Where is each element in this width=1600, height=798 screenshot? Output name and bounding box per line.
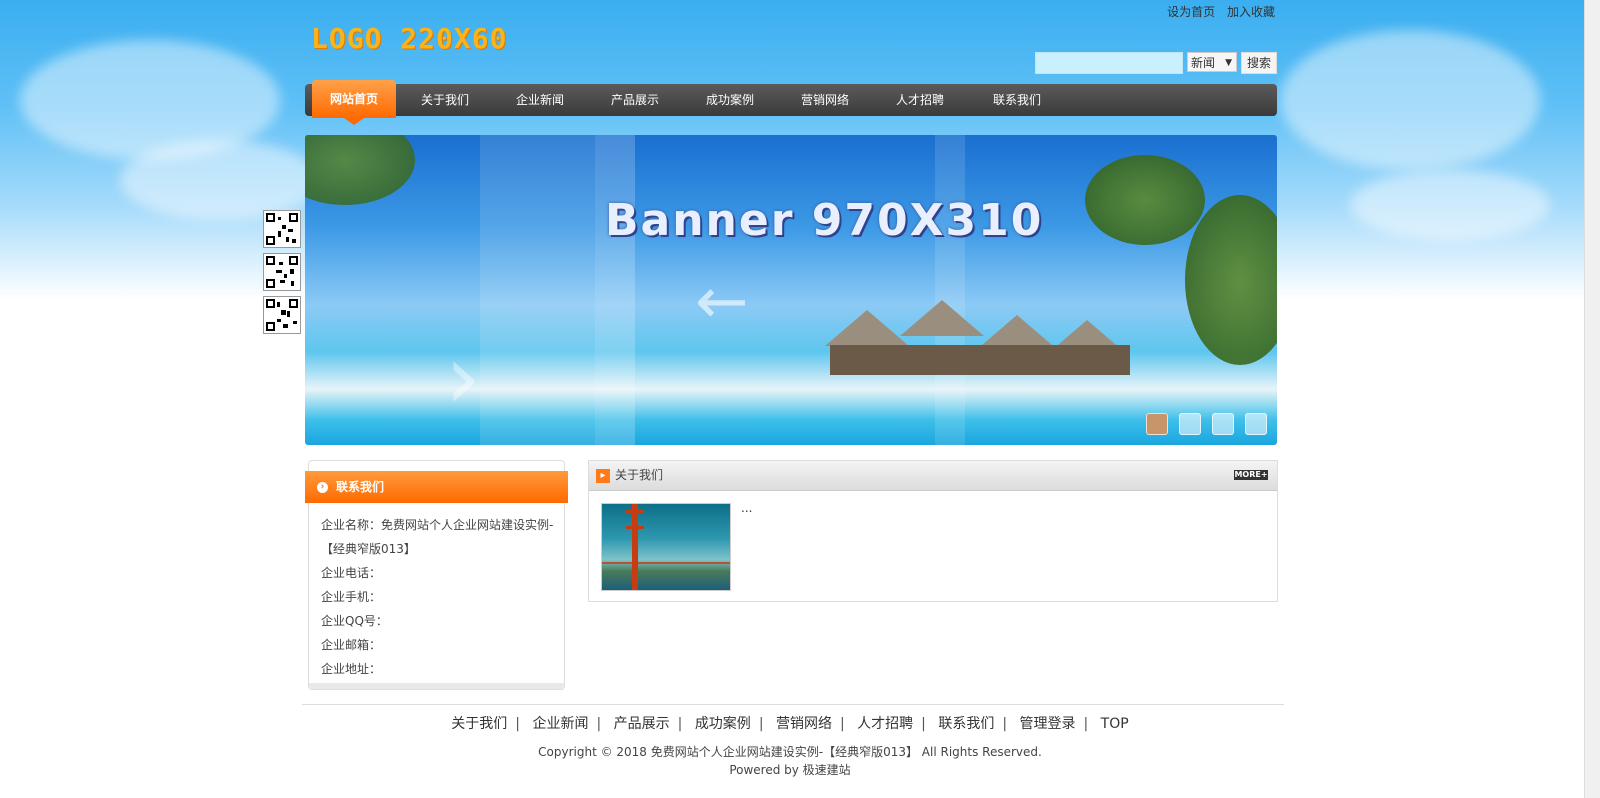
circle-arrow-icon: ›	[317, 482, 328, 493]
contact-qq: 企业QQ号：	[321, 614, 388, 628]
contact-info: 企业名称：免费网站个人企业网站建设实例-【经典窄版013】 企业电话： 企业手机…	[321, 513, 556, 681]
about-panel-header: ▸ 关于我们 MORE+	[589, 461, 1277, 491]
slider-dot-4[interactable]	[1245, 413, 1267, 435]
footer-link-contact[interactable]: 联系我们	[938, 716, 994, 732]
page-scrollbar[interactable]	[1584, 0, 1600, 798]
slider-dot-3[interactable]	[1212, 413, 1234, 435]
chevron-right-icon: ›	[445, 325, 481, 430]
footer-link-news[interactable]: 企业新闻	[532, 716, 588, 732]
footer-links: 关于我们 | 企业新闻 | 产品展示 | 成功案例 | 营销网络 | 人才招聘 | 联系我们…	[451, 716, 1129, 732]
nav-item-jobs[interactable]: 人才招聘	[875, 84, 965, 116]
qr-code-icon	[263, 296, 301, 334]
contact-company-name: 企业名称：免费网站个人企业网站建设实例-【经典窄版013】	[321, 518, 554, 556]
contact-phone: 企业电话：	[321, 566, 382, 580]
footer-link-about[interactable]: 关于我们	[451, 716, 507, 732]
about-panel: ▸ 关于我们 MORE+ ...	[588, 460, 1278, 602]
footer-link-admin-login[interactable]: 管理登录	[1020, 716, 1076, 732]
search-button[interactable]: 搜索	[1241, 52, 1277, 74]
contact-mobile: 企业手机：	[321, 590, 382, 604]
qr-code-icon	[263, 210, 301, 248]
contact-panel-header: › 联系我们	[305, 471, 568, 503]
search-input[interactable]	[1035, 52, 1183, 74]
nav-item-network[interactable]: 营销网络	[780, 84, 870, 116]
search-category-select[interactable]: 新闻 ▼	[1187, 52, 1237, 72]
search-bar: 新闻 ▼ 搜索	[1035, 52, 1277, 74]
slider-dot-1[interactable]	[1146, 413, 1168, 435]
about-image[interactable]	[601, 503, 731, 591]
banner-title: Banner 970X310	[605, 195, 1044, 246]
contact-panel: › 联系我们 企业名称：免费网站个人企业网站建设实例-【经典窄版013】 企业电话…	[305, 460, 568, 690]
footer-copyright: Copyright © 2018 免费网站个人企业网站建设实例-【经典窄版013…	[0, 743, 1580, 779]
main-nav: 网站首页 关于我们 企业新闻 产品展示 成功案例 营销网络 人才招聘 联系我们	[305, 80, 1277, 125]
about-panel-title[interactable]: 关于我们	[615, 468, 663, 482]
slider-dots	[1146, 413, 1267, 435]
banner-slider[interactable]: Banner 970X310 ← ›	[305, 135, 1277, 445]
slider-dot-2[interactable]	[1179, 413, 1201, 435]
site-logo[interactable]: LOGO 220X60	[311, 22, 507, 55]
footer-divider	[302, 704, 1284, 705]
nav-item-contact[interactable]: 联系我们	[972, 84, 1062, 116]
nav-item-products[interactable]: 产品展示	[590, 84, 680, 116]
footer-link-network[interactable]: 营销网络	[776, 716, 832, 732]
footer-link-top[interactable]: TOP	[1101, 716, 1129, 732]
page-container: LOGO 220X60 设为首页 加入收藏 新闻 ▼ 搜索 网站首页 关于我们 …	[305, 0, 1278, 798]
top-links: 设为首页 加入收藏	[1159, 3, 1275, 20]
set-homepage-link[interactable]: 设为首页	[1167, 5, 1215, 19]
qr-code-icon	[263, 253, 301, 291]
footer-link-cases[interactable]: 成功案例	[695, 716, 751, 732]
chevron-down-icon: ▼	[1225, 58, 1232, 68]
qr-code-column	[263, 210, 301, 339]
contact-email: 企业邮箱：	[321, 638, 382, 652]
more-button[interactable]: MORE+	[1234, 470, 1268, 480]
contact-address: 企业地址：	[321, 662, 382, 676]
add-favorite-link[interactable]: 加入收藏	[1227, 5, 1275, 19]
nav-item-cases[interactable]: 成功案例	[685, 84, 775, 116]
footer-link-jobs[interactable]: 人才招聘	[857, 716, 913, 732]
search-category-value: 新闻	[1191, 56, 1216, 70]
copyright-text: Copyright © 2018 免费网站个人企业网站建设实例-【经典窄版013…	[538, 745, 1042, 759]
powered-by-text: Powered by 极速建站	[729, 763, 851, 777]
nav-item-news[interactable]: 企业新闻	[495, 84, 585, 116]
nav-item-about[interactable]: 关于我们	[400, 84, 490, 116]
contact-panel-title: 联系我们	[336, 480, 385, 494]
nav-item-home[interactable]: 网站首页	[312, 80, 396, 125]
arrow-left-icon: ←	[695, 265, 749, 339]
about-icon: ▸	[596, 468, 610, 483]
footer-link-products[interactable]: 产品展示	[614, 716, 670, 732]
about-summary: ...	[741, 501, 753, 515]
